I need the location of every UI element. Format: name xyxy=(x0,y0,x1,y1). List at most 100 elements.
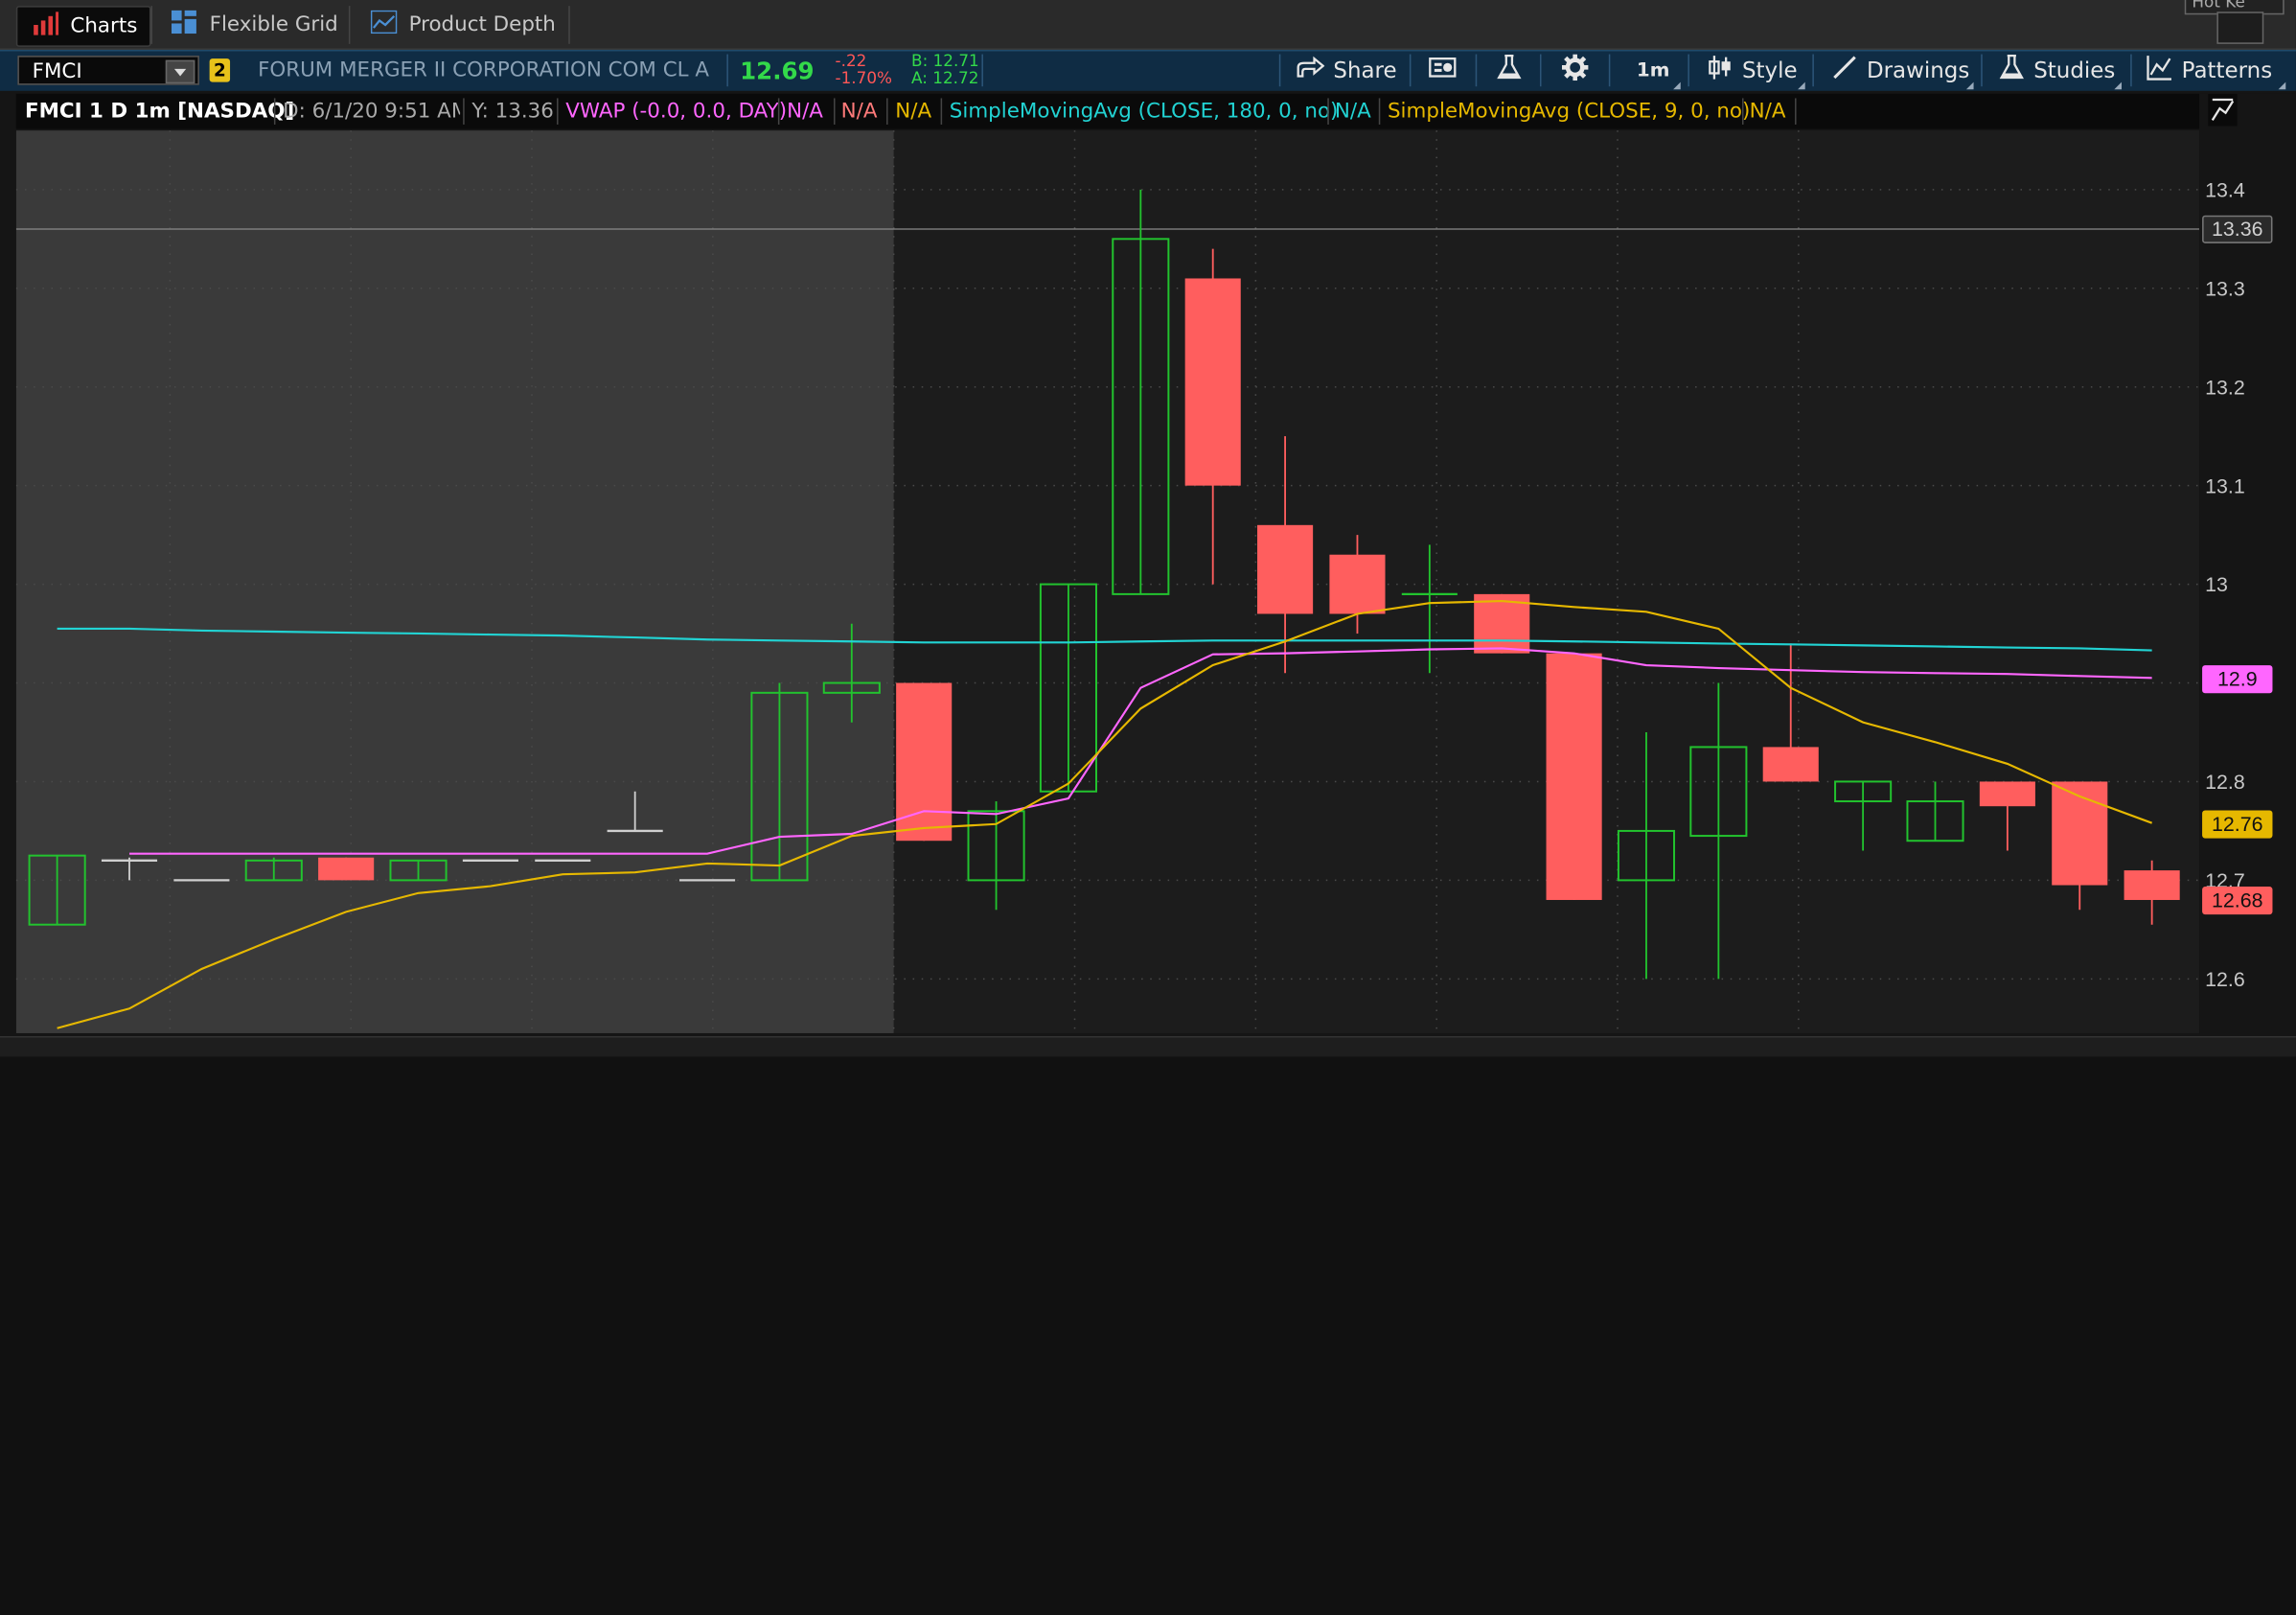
toolbar-divider xyxy=(1812,54,1814,87)
style-dropdown-icon xyxy=(1798,81,1805,90)
patterns-icon xyxy=(2147,55,2173,87)
chart-title: FMCI 1 D 1m [NASDAQ] xyxy=(24,99,295,124)
share-button[interactable]: Share xyxy=(1296,55,1397,87)
flask-icon xyxy=(1496,54,1523,87)
legend-divider xyxy=(1327,98,1329,125)
legend-divider xyxy=(1378,98,1381,125)
symbol-input[interactable]: FMCI xyxy=(17,56,199,85)
vwap-upper-value: N/A xyxy=(840,99,878,124)
link-group-badge[interactable]: 2 xyxy=(209,58,231,82)
timeframe-label: 1m xyxy=(1636,58,1670,81)
price-axis-tick-label: 13 xyxy=(2205,573,2228,596)
toolbar-divider xyxy=(1608,54,1611,87)
legend-divider xyxy=(557,98,559,125)
info-card-icon xyxy=(1429,56,1458,85)
price-axis-marker: 13.36 xyxy=(2202,216,2273,244)
vwap-study-label[interactable]: VWAP (-0.0, 0.0, DAY) xyxy=(565,94,787,129)
legend-divider xyxy=(886,98,888,125)
candle-down xyxy=(1762,747,1819,782)
price-chart[interactable] xyxy=(15,130,2200,1033)
study-legend-bar: FMCI 1 D 1m [NASDAQ] D: 6/1/20 9:51 AM Y… xyxy=(15,93,2200,129)
sma180-value: N/A xyxy=(1334,99,1371,124)
legend-divider xyxy=(463,98,465,125)
tab-label: Charts xyxy=(70,14,138,38)
chart-toolbar: FMCI 2 FORUM MERGER II CORPORATION COM C… xyxy=(0,49,2296,91)
drawings-button[interactable]: Drawings xyxy=(1831,55,1969,87)
chart-info-button[interactable] xyxy=(1429,55,1458,87)
bid-ask: B: 12.71 A: 12.72 xyxy=(911,51,979,88)
tab-divider xyxy=(348,6,351,44)
bid-price: B: 12.71 xyxy=(911,51,979,71)
toolbar-divider xyxy=(726,54,728,87)
flask-icon xyxy=(1999,54,2026,87)
legend-divider xyxy=(1795,98,1797,125)
toolbar-divider xyxy=(1409,54,1412,87)
percent-change: -1.70% xyxy=(835,68,893,88)
studies-dropdown-icon xyxy=(2114,81,2122,90)
last-price: 12.69 xyxy=(740,57,815,85)
tab-flexible-grid[interactable]: Flexible Grid xyxy=(171,6,338,44)
share-icon xyxy=(1296,56,1325,85)
price-axis-marker: 12.76 xyxy=(2202,809,2273,838)
tab-label: Product Depth xyxy=(408,12,556,37)
symbol-dropdown-button[interactable] xyxy=(165,59,195,84)
toolbar-divider xyxy=(1688,54,1689,87)
symbol-value: FMCI xyxy=(32,59,82,84)
toolbar-divider xyxy=(1539,54,1542,87)
vwap-study-name: VWAP (-0.0, 0.0, DAY) xyxy=(565,99,788,124)
tab-label: Flexible Grid xyxy=(209,12,338,37)
candle-down xyxy=(1979,781,2035,807)
settings-button[interactable] xyxy=(1561,54,1589,87)
candle-down xyxy=(2124,870,2180,900)
style-button[interactable]: Style xyxy=(1707,55,1798,87)
studies-button[interactable]: Studies xyxy=(1999,54,2115,87)
toolbar-divider xyxy=(2130,54,2132,87)
tab-charts[interactable]: Charts xyxy=(15,6,151,47)
sma180-study-name: SimpleMovingAvg (CLOSE, 180, 0, no) xyxy=(949,99,1339,124)
timeframe-button[interactable]: 1m xyxy=(1637,55,1670,87)
vwap-value: N/A xyxy=(787,99,823,124)
net-change: -.22 xyxy=(835,51,867,71)
price-axis-tick-label: 12.8 xyxy=(2205,771,2245,794)
patterns-label: Patterns xyxy=(2181,57,2273,84)
cursor-date: D: 6/1/20 9:51 AM xyxy=(283,99,461,124)
price-axis-tick-label: 13.2 xyxy=(2205,376,2245,399)
thinkback-button[interactable] xyxy=(1496,54,1523,87)
legend-divider xyxy=(834,98,836,125)
toolbar-divider xyxy=(1981,54,1983,87)
legend-divider xyxy=(777,98,780,125)
window-restore-button[interactable] xyxy=(2216,12,2264,44)
price-axis-marker: 12.9 xyxy=(2202,664,2273,693)
tab-bar: Charts Flexible Grid Product Depth Hot K… xyxy=(0,0,2296,50)
price-axis-tick-label: 13.3 xyxy=(2205,277,2245,300)
chart-canvas xyxy=(15,130,2200,1033)
drawings-dropdown-icon xyxy=(1965,81,1974,90)
app-window: Charts Flexible Grid Product Depth Hot K… xyxy=(0,0,2296,1057)
candlestick-icon xyxy=(1707,55,1733,87)
price-axis-tick-label: 12.6 xyxy=(2205,968,2245,991)
price-axis-marker: 12.68 xyxy=(2202,887,2273,915)
price-change: -.22 -1.70% xyxy=(835,51,893,88)
legend-divider xyxy=(1741,98,1744,125)
toolbar-divider xyxy=(1278,54,1281,87)
sma180-study-label[interactable]: SimpleMovingAvg (CLOSE, 180, 0, no) xyxy=(950,94,1339,129)
tab-product-depth[interactable]: Product Depth xyxy=(370,6,556,44)
candle-down xyxy=(1329,554,1386,614)
sma9-study-name: SimpleMovingAvg (CLOSE, 9, 0, no) xyxy=(1387,99,1751,124)
patterns-button[interactable]: Patterns xyxy=(2147,55,2272,87)
grid-icon xyxy=(171,10,198,40)
bar-chart-icon xyxy=(33,12,59,41)
sma9-study-label[interactable]: SimpleMovingAvg (CLOSE, 9, 0, no) xyxy=(1388,94,1750,129)
tab-divider xyxy=(568,6,570,44)
premarket-shading xyxy=(15,130,894,1033)
company-name: FORUM MERGER II CORPORATION COM CL A xyxy=(258,58,710,82)
price-axis-tick-label: 13.4 xyxy=(2205,178,2245,201)
drawings-label: Drawings xyxy=(1866,57,1970,84)
vwap-lower-value: N/A xyxy=(895,99,932,124)
depth-chart-icon xyxy=(370,10,398,40)
patterns-dropdown-icon xyxy=(2278,81,2286,90)
price-axis-tick-label: 13.1 xyxy=(2205,474,2245,497)
style-label: Style xyxy=(1741,57,1798,84)
legend-divider xyxy=(273,98,276,125)
line-draw-icon xyxy=(1831,55,1858,87)
